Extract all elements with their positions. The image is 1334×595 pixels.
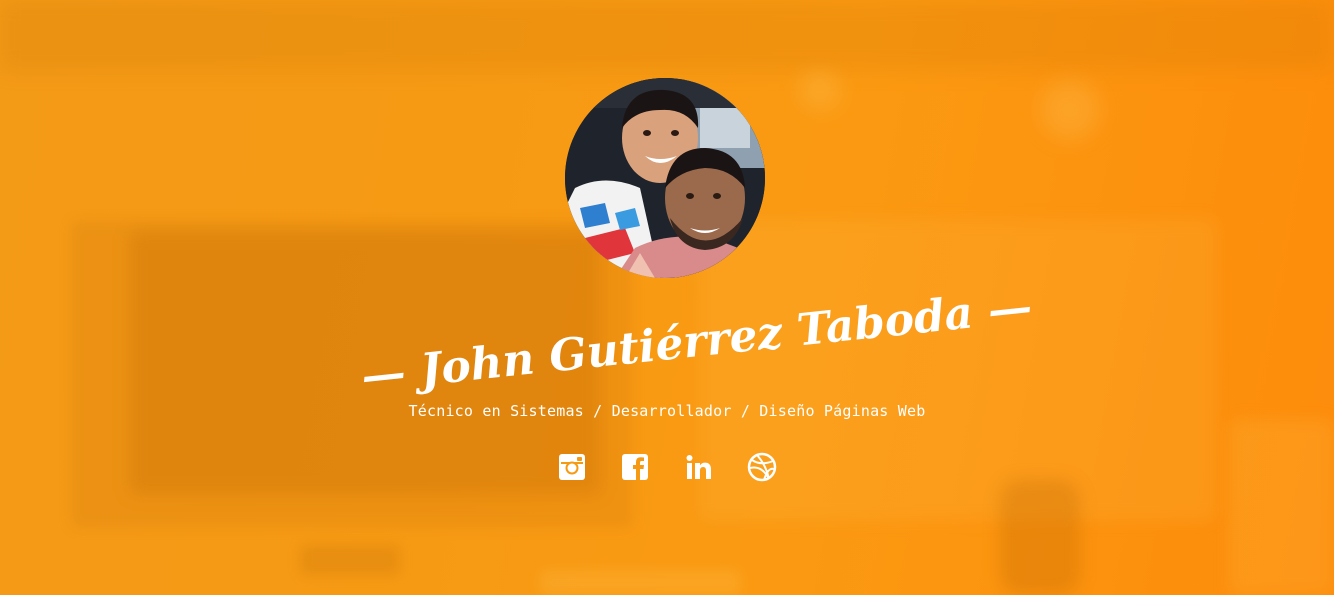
facebook-icon [622,454,649,480]
avatar [565,78,765,278]
background-blur [0,0,1334,70]
linkedin-icon [686,455,711,479]
background-blur [540,570,740,595]
profile-subtitle: Técnico en Sistemas / Desarrollador / Di… [408,402,926,420]
avatar-photo [565,78,765,278]
linkedin-link[interactable] [682,450,716,484]
instagram-icon [559,454,585,480]
background-blur [300,545,400,575]
dribbble-icon [747,452,777,482]
dribbble-link[interactable] [745,450,779,484]
background-blur [800,70,840,110]
hero-section: — John Gutiérrez Taboda — Técnico en Sis… [0,0,1334,595]
facebook-link[interactable] [618,450,652,484]
background-blur [1230,420,1334,595]
background-blur [1040,80,1100,140]
social-links [555,450,779,484]
instagram-link[interactable] [555,450,589,484]
background-blur [1000,480,1080,595]
